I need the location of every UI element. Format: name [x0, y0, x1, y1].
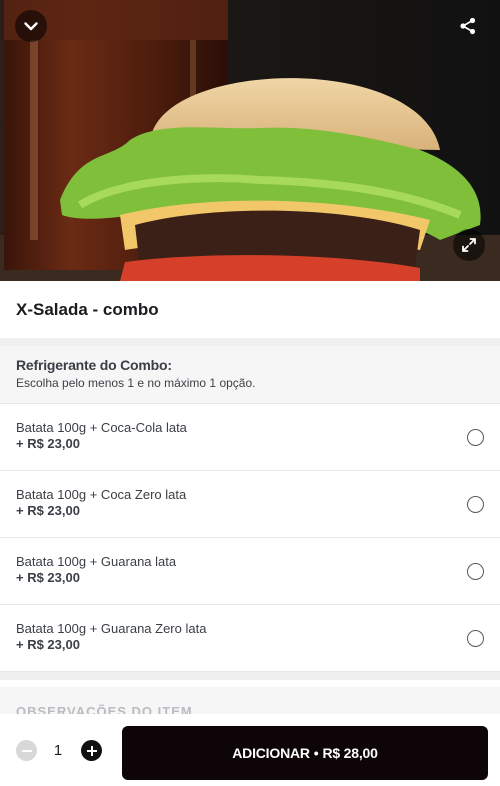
expand-image-button[interactable]	[453, 229, 485, 261]
option-price: + R$ 23,00	[16, 436, 80, 451]
option-group-header: Refrigerante do Combo: Escolha pelo meno…	[0, 346, 500, 404]
option-radio[interactable]	[467, 630, 484, 647]
option-radio[interactable]	[467, 429, 484, 446]
product-header: X-Salada - combo	[0, 281, 500, 338]
label-separator: •	[313, 745, 319, 761]
divider	[0, 672, 500, 680]
expand-icon	[462, 238, 476, 252]
share-button[interactable]	[452, 10, 484, 42]
option-price: + R$ 23,00	[16, 637, 80, 652]
option-item[interactable]: Batata 100g + Guarana Zero lata + R$ 23,…	[0, 605, 500, 672]
chevron-down-icon	[24, 21, 38, 30]
option-price: + R$ 23,00	[16, 570, 80, 585]
option-item[interactable]: Batata 100g + Coca-Cola lata + R$ 23,00	[0, 404, 500, 471]
option-radio[interactable]	[467, 563, 484, 580]
option-name: Batata 100g + Guarana Zero lata	[16, 621, 207, 636]
bottom-action-bar: 1 ADICIONAR • R$ 28,00	[0, 714, 500, 786]
option-item[interactable]: Batata 100g + Coca Zero lata + R$ 23,00	[0, 471, 500, 538]
product-image	[0, 0, 500, 281]
add-to-cart-button[interactable]: ADICIONAR • R$ 28,00	[122, 726, 488, 780]
option-price: + R$ 23,00	[16, 503, 80, 518]
share-icon	[460, 17, 476, 35]
option-name: Batata 100g + Guarana lata	[16, 554, 177, 569]
option-group-rule: Escolha pelo menos 1 e no máximo 1 opção…	[16, 376, 256, 390]
total-price: R$ 28,00	[322, 745, 378, 761]
option-item[interactable]: Batata 100g + Guarana lata + R$ 23,00	[0, 538, 500, 605]
quantity-value: 1	[53, 742, 63, 759]
decrease-quantity-button[interactable]	[16, 740, 37, 761]
divider	[0, 338, 500, 346]
option-name: Batata 100g + Coca-Cola lata	[16, 420, 187, 435]
option-radio[interactable]	[467, 496, 484, 513]
option-group-title: Refrigerante do Combo:	[16, 357, 172, 373]
increase-quantity-button[interactable]	[81, 740, 102, 761]
minus-icon	[21, 749, 32, 752]
close-button[interactable]	[15, 10, 47, 42]
option-name: Batata 100g + Coca Zero lata	[16, 487, 187, 502]
add-label: ADICIONAR	[232, 745, 310, 761]
product-title: X-Salada - combo	[16, 299, 159, 319]
burger-photo	[0, 0, 500, 281]
